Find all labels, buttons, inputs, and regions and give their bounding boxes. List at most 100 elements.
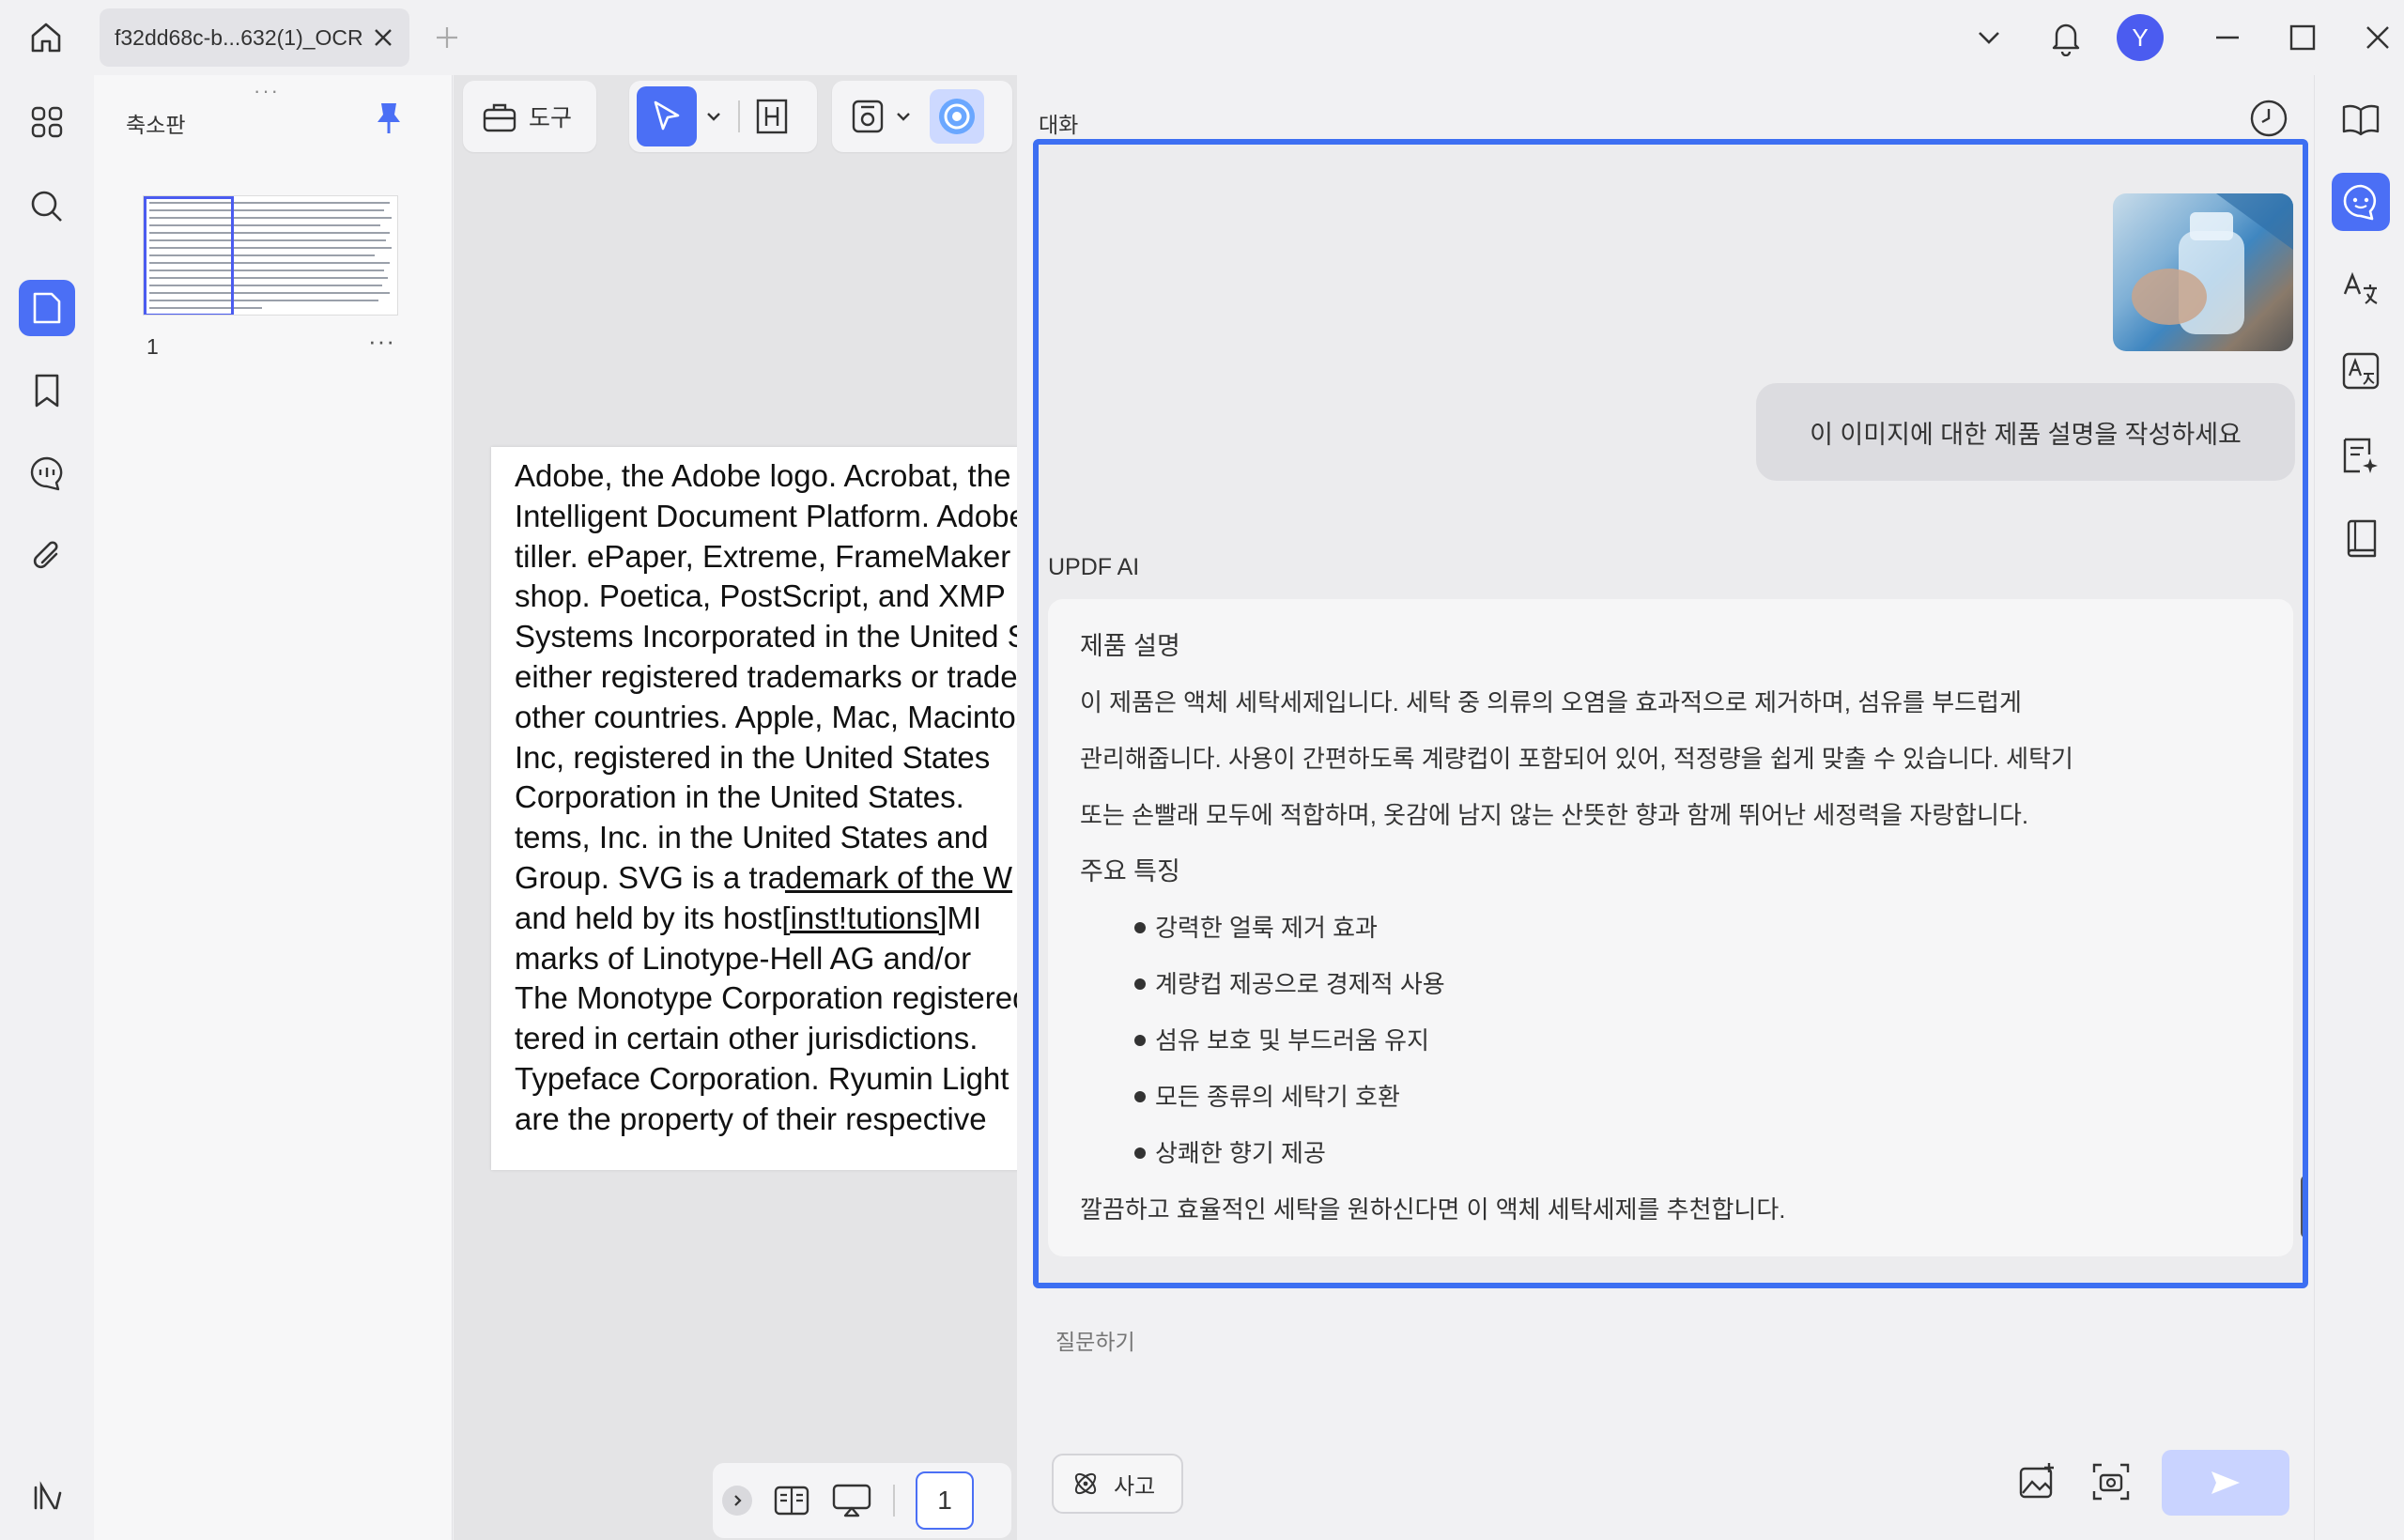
ai-tool-group bbox=[832, 81, 1012, 152]
tools-label: 도구 bbox=[529, 105, 573, 131]
chat-scrollbar[interactable] bbox=[2301, 1176, 2303, 1238]
page-line: Typeface Corporation. Ryumin Light bbox=[515, 1060, 1009, 1096]
page-line: Intelligent Document Platform. Adobe Rea… bbox=[515, 498, 1017, 533]
home-icon[interactable] bbox=[23, 17, 69, 58]
avatar[interactable]: Y bbox=[2117, 14, 2164, 61]
title-bar: f32dd68c-b...632(1)_OCR Y bbox=[0, 0, 2404, 75]
close-window-icon[interactable] bbox=[2357, 19, 2398, 56]
page-line: are the property of their respective bbox=[515, 1101, 987, 1136]
ai-chat-icon[interactable] bbox=[2332, 173, 2390, 231]
page-text: Adobe, the Adobe logo. Acrobat, the Acro… bbox=[515, 456, 1017, 1140]
comment-icon[interactable] bbox=[19, 445, 75, 501]
feature-list: 강력한 얼룩 제거 효과 계량컵 제공으로 경제적 사용 섬유 보호 및 부드러… bbox=[1080, 900, 2261, 1181]
chat-panel: 대화 이 이미지에 대한 제품 설명을 작성하세요 UPDF AI 제품 설명 … bbox=[1020, 75, 2314, 1540]
ai-response-card: 제품 설명 이 제품은 액체 세탁세제입니다. 세탁 중 의류의 오염을 효과적… bbox=[1048, 599, 2293, 1256]
page-number-input[interactable]: 1 bbox=[916, 1471, 974, 1530]
feature-item: 섬유 보호 및 부드러움 유지 bbox=[1134, 1012, 2261, 1069]
feature-item: 모든 종류의 세탁기 호환 bbox=[1134, 1069, 2261, 1125]
search-icon[interactable] bbox=[19, 178, 75, 235]
thumbnail-panel-title: 축소판 bbox=[126, 113, 186, 137]
tools-button[interactable]: 도구 bbox=[463, 81, 596, 152]
feature-item: 계량컵 제공으로 경제적 사용 bbox=[1134, 956, 2261, 1012]
save-icon[interactable] bbox=[851, 99, 885, 134]
document-tab-label: f32dd68c-b...632(1)_OCR bbox=[115, 24, 363, 50]
book-icon[interactable] bbox=[2332, 509, 2390, 567]
history-icon[interactable] bbox=[2248, 98, 2289, 139]
send-button[interactable] bbox=[2162, 1450, 2289, 1516]
page-line: shop. Poetica, PostScript, and XMP bbox=[515, 578, 1006, 614]
response-paragraph-line: 또는 손빨래 모두에 적합하며, 옷감에 남지 않는 산뜻한 향과 함께 뛰어난… bbox=[1080, 801, 2029, 829]
document-tab[interactable]: f32dd68c-b...632(1)_OCR bbox=[100, 8, 409, 67]
page-line: Group. SVG is a trademark of the W bbox=[515, 859, 1013, 895]
bookmark-icon[interactable] bbox=[19, 362, 75, 419]
select-dropdown-icon[interactable] bbox=[704, 109, 723, 124]
think-toggle-button[interactable]: 사고 bbox=[1052, 1454, 1183, 1514]
think-label: 사고 bbox=[1114, 1473, 1156, 1500]
ai-sender-label: UPDF AI bbox=[1048, 554, 1140, 580]
select-cursor-icon[interactable] bbox=[637, 86, 697, 146]
page-line: marks of Linotype-Hell AG and/or bbox=[515, 940, 972, 976]
chat-input-box: 사고 bbox=[1037, 1305, 2299, 1536]
feature-item: 강력한 얼룩 제거 효과 bbox=[1134, 900, 2261, 956]
response-paragraph-line: 이 제품은 액체 세탁세제입니다. 세탁 중 의류의 오염을 효과적으로 제거하… bbox=[1080, 688, 2022, 716]
document-area: 도구 Adobe, the Adobe logo. Acrobat, the A… bbox=[454, 75, 1017, 1540]
heading-tool-icon[interactable] bbox=[755, 98, 789, 135]
attachment-icon[interactable] bbox=[19, 528, 75, 584]
page-line: other countries. Apple, Mac, Macintosh bbox=[515, 699, 1017, 734]
chat-conversation: 이 이미지에 대한 제품 설명을 작성하세요 UPDF AI 제품 설명 이 제… bbox=[1033, 139, 2308, 1288]
ai-assistant-icon[interactable] bbox=[930, 89, 984, 144]
page-line: Inc, registered in the United States bbox=[515, 739, 991, 775]
response-heading: 제품 설명 bbox=[1080, 632, 1180, 660]
page-line: tiller. ePaper, Extreme, FrameMaker bbox=[515, 538, 1011, 574]
thumbnail-page-number: 1 bbox=[146, 334, 159, 359]
user-uploaded-image[interactable] bbox=[2113, 193, 2293, 351]
page-line: tems, Inc. in the United States and bbox=[515, 820, 989, 855]
page-line: and held by its host[inst!tutions]MI bbox=[515, 900, 982, 935]
pdf-page: Adobe, the Adobe logo. Acrobat, the Acro… bbox=[491, 447, 1017, 1170]
page-line: either registered trademarks or trademar… bbox=[515, 658, 1017, 694]
page-thumbnail[interactable] bbox=[143, 195, 398, 316]
ocr-translate-icon[interactable] bbox=[2332, 342, 2390, 400]
chevron-down-icon[interactable] bbox=[1968, 19, 2010, 56]
close-tab-icon[interactable] bbox=[364, 19, 402, 56]
page-layout-icon[interactable] bbox=[773, 1485, 810, 1517]
page-line: Systems Incorporated in the United State… bbox=[515, 619, 1017, 654]
send-icon bbox=[2211, 1471, 2240, 1494]
translate-icon[interactable] bbox=[2332, 259, 2390, 317]
screenshot-icon[interactable] bbox=[2090, 1461, 2132, 1502]
right-rail bbox=[2314, 75, 2404, 1540]
toolbox-icon bbox=[483, 103, 516, 132]
chat-input[interactable] bbox=[1056, 1330, 1995, 1355]
chat-title: 대화 bbox=[1039, 113, 1079, 137]
drag-handle[interactable]: ··· bbox=[254, 79, 280, 103]
presentation-icon[interactable] bbox=[831, 1483, 872, 1518]
page-line: The Monotype Corporation registered bbox=[515, 980, 1017, 1016]
apps-grid-icon[interactable] bbox=[19, 94, 75, 150]
thumbnail-selection bbox=[144, 196, 234, 315]
page-line: tered in certain other jurisdictions. bbox=[515, 1021, 979, 1056]
left-rail bbox=[0, 75, 94, 1540]
user-message-bubble: 이 이미지에 대한 제품 설명을 작성하세요 bbox=[1756, 383, 2295, 481]
select-tool-group bbox=[629, 81, 817, 152]
response-paragraph-line: 관리해줍니다. 사용이 간편하도록 계량컵이 포함되어 있어, 적정량을 쉽게 … bbox=[1080, 745, 2073, 773]
reader-mode-icon[interactable] bbox=[2332, 90, 2390, 148]
new-tab-icon[interactable] bbox=[428, 19, 466, 56]
maximize-icon[interactable] bbox=[2282, 19, 2323, 56]
thumbnail-panel: ··· 축소판 1 ··· bbox=[94, 75, 453, 1540]
feature-item: 상쾌한 향기 제공 bbox=[1134, 1125, 2261, 1181]
page-line: Adobe, the Adobe logo. Acrobat, the Acro… bbox=[515, 458, 1017, 493]
ai-summary-icon[interactable] bbox=[2332, 426, 2390, 485]
library-icon[interactable] bbox=[19, 1469, 75, 1525]
save-dropdown-icon[interactable] bbox=[894, 109, 913, 124]
expand-chevron-icon[interactable] bbox=[722, 1486, 752, 1516]
response-heading: 주요 특징 bbox=[1080, 857, 1180, 886]
response-closing: 깔끔하고 효율적인 세탁을 원하신다면 이 액체 세탁세제를 추천합니다. bbox=[1080, 1195, 1786, 1224]
page-navigation-bar: 1 bbox=[713, 1463, 1011, 1538]
minimize-icon[interactable] bbox=[2207, 19, 2248, 56]
pin-icon[interactable] bbox=[372, 100, 406, 137]
thumbnails-icon[interactable] bbox=[19, 280, 75, 336]
bell-icon[interactable] bbox=[2045, 15, 2087, 60]
thumbnail-more-button[interactable]: ··· bbox=[368, 327, 395, 356]
insert-image-icon[interactable] bbox=[2017, 1461, 2058, 1502]
atom-icon bbox=[1074, 1472, 1097, 1495]
